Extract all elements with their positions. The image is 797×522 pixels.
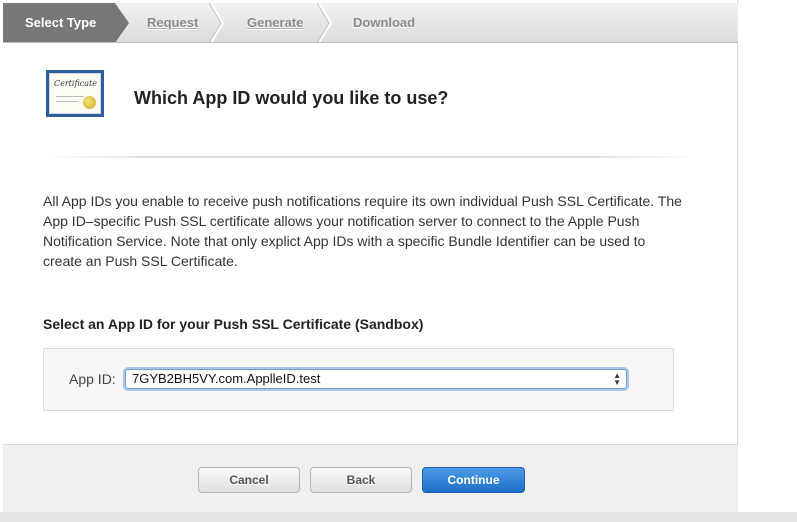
page-gutter: [738, 0, 797, 522]
continue-button[interactable]: Continue: [422, 467, 525, 493]
wizard-steps-bar: Select Type Request Generate Download: [3, 3, 738, 43]
certificate-icon-line: [56, 101, 78, 102]
certificate-icon-text: Certificate: [54, 79, 97, 88]
step-request[interactable]: Request: [147, 3, 199, 42]
certificate-wizard-panel: Select Type Request Generate Download Ce…: [0, 0, 738, 522]
certificate-icon-face: Certificate: [49, 73, 101, 114]
step-select-type-label: Select Type: [25, 15, 97, 30]
step-generate[interactable]: Generate: [247, 3, 304, 42]
step-download[interactable]: Download: [353, 3, 416, 42]
cancel-button[interactable]: Cancel: [198, 467, 300, 493]
step-select-type[interactable]: Select Type: [3, 3, 129, 42]
back-button[interactable]: Back: [310, 467, 412, 493]
certificate-icon: Certificate: [46, 70, 104, 117]
certificate-seal-icon: [83, 96, 96, 109]
chevron-right-icon: [317, 3, 333, 42]
app-id-select[interactable]: 7GYB2BH5VY.com.ApplleID.test ▲ ▼: [125, 369, 627, 389]
app-id-select-container: App ID: 7GYB2BH5VY.com.ApplleID.test ▲ ▼: [43, 348, 674, 411]
wizard-footer: Cancel Back Continue: [3, 444, 738, 512]
select-up-down-arrows-icon: ▲ ▼: [613, 371, 621, 387]
step-request-label: Request: [147, 15, 199, 30]
app-id-label: App ID:: [69, 371, 116, 387]
app-id-selected-value: 7GYB2BH5VY.com.ApplleID.test: [132, 371, 321, 386]
chevron-right-icon: [209, 3, 225, 42]
step-generate-label: Generate: [247, 15, 304, 30]
page-bottom-strip: [0, 512, 797, 522]
step-download-label: Download: [353, 15, 416, 30]
page-title: Which App ID would you like to use?: [134, 88, 449, 108]
header-divider: [43, 156, 698, 158]
certificate-icon-line: [56, 96, 84, 97]
description-text: All App IDs you enable to receive push n…: [43, 193, 682, 269]
select-section-heading: Select an App ID for your Push SSL Certi…: [43, 316, 424, 332]
